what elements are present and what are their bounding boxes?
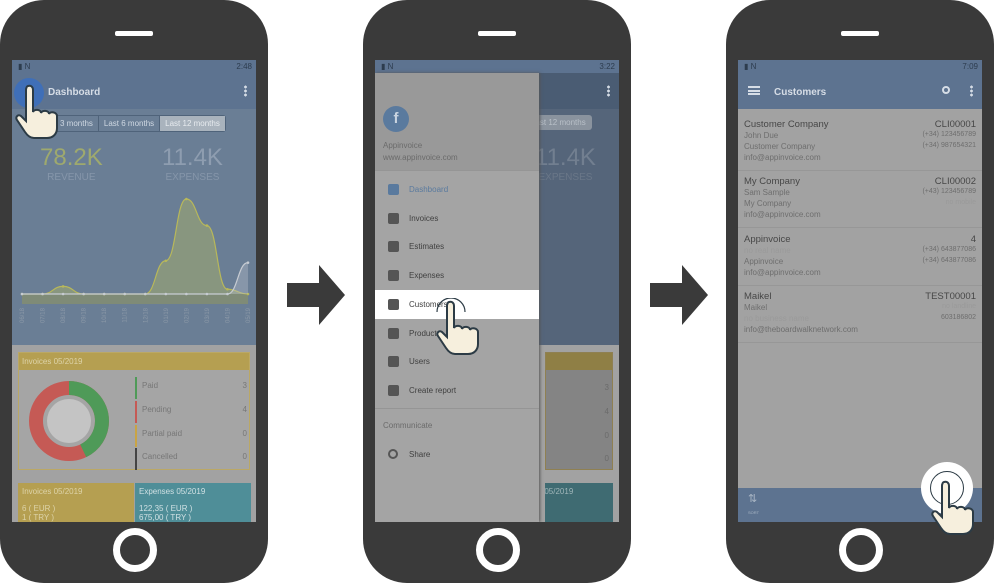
status-bar: ▮ N 3:22 (375, 60, 619, 73)
page-title: Customers (774, 87, 827, 98)
x-tick-label: 03/19 (205, 307, 211, 323)
invoice-donut-chart (29, 381, 109, 461)
menu-item-expenses[interactable]: Expenses (375, 261, 539, 290)
data-point (143, 292, 147, 296)
arrow-right-icon (287, 265, 345, 325)
home-button[interactable] (476, 528, 520, 572)
data-point (205, 224, 209, 227)
tap-hand-icon (436, 298, 479, 355)
phone-customers: ▮ N 7:09 Customers Customer Company CLI000… (726, 0, 994, 583)
tap-hand-icon (931, 480, 974, 535)
data-point (164, 292, 168, 296)
more-vert-icon[interactable] (244, 85, 247, 97)
data-point (82, 292, 85, 296)
status-bar: ▮ N 7:09 (738, 60, 982, 73)
speaker (478, 31, 516, 36)
drawer-header: f Appinvoice www.appinvoice.com (375, 73, 539, 171)
chart-baseline-band (22, 294, 248, 304)
app-logo: f (383, 106, 409, 132)
app-bar: Customers (738, 73, 982, 109)
expenses-card-background: Expenses 05/2019 (545, 483, 613, 522)
menu-item-share[interactable]: Share (375, 440, 539, 469)
x-tick-label: 04/19 (225, 307, 231, 323)
hamburger-icon[interactable] (748, 86, 760, 95)
section-label: Communicate (383, 421, 433, 430)
customer-list-item[interactable]: Maikel TEST00001 Maikel no business name i… (738, 286, 982, 343)
more-vert-icon[interactable] (607, 85, 610, 97)
menu-item-create-report[interactable]: Create report (375, 376, 539, 405)
people-icon (388, 298, 399, 310)
invoices-total-card[interactable]: Invoices 05/2019 6 ( EUR ) 1 ( TRY ) (18, 483, 134, 522)
x-tick-label: 08/18 (61, 307, 67, 323)
data-point (246, 261, 250, 264)
x-tick-label: 05/19 (246, 307, 252, 323)
data-point (185, 197, 188, 201)
data-point (102, 292, 106, 296)
expenses-total-card[interactable]: Expenses 05/2019 122,35 ( EUR ) 675,00 ( T… (135, 483, 251, 522)
data-point (185, 292, 188, 296)
legend-partial: Partial paid 0 (135, 425, 247, 447)
x-tick-label: 01/19 (164, 307, 170, 323)
tap-hand-icon (15, 84, 58, 139)
x-tick-label: 12/18 (143, 307, 149, 323)
arrow-right-icon (650, 265, 708, 325)
search-icon[interactable] (942, 86, 950, 94)
x-tick-label: 06/18 (20, 307, 26, 323)
menu-item-estimates[interactable]: Estimates (375, 232, 539, 261)
invoices-card-background: 3 4 0 0 (545, 352, 613, 470)
dashboard-summary: 3 months Last 6 months Last 12 months 78… (12, 109, 256, 345)
share-icon (388, 449, 398, 459)
speaker (115, 31, 153, 36)
customer-list-item[interactable]: My Company CLI00002 Sam Sample My Company … (738, 171, 982, 229)
status-bar: ▮ N 2:48 (12, 60, 256, 73)
data-point (20, 292, 24, 296)
donut-center (47, 399, 91, 443)
x-tick-label: 11/18 (123, 307, 129, 322)
customers-screen: ▮ N 7:09 Customers Customer Company CLI000… (738, 60, 982, 522)
speaker (841, 31, 879, 36)
data-point (226, 287, 229, 291)
menu-item-invoices[interactable]: Invoices (375, 204, 539, 233)
x-tick-label: 09/18 (82, 307, 88, 323)
x-tick-label: 10/18 (102, 307, 108, 323)
x-tick-label: 07/18 (41, 307, 47, 323)
home-button[interactable] (113, 528, 157, 572)
user-icon (388, 356, 399, 368)
legend-cancelled: Cancelled 0 (135, 448, 247, 470)
products-icon (388, 327, 399, 339)
report-icon (388, 384, 399, 396)
estimate-icon (388, 241, 399, 253)
data-point (123, 292, 127, 296)
data-point (226, 292, 229, 296)
home-button[interactable] (839, 528, 883, 572)
card-title: Invoices 05/2019 (19, 353, 249, 370)
revenue-expenses-chart: 06/18 07/18 08/18 09/18 10/18 11/18 12/18 01/19… (20, 197, 252, 323)
legend-paid: Paid 3 (135, 377, 247, 399)
coins-icon (388, 270, 399, 282)
phone-dashboard: ▮ N 2:48 Dashboard 3 months Last 6 months… (0, 0, 268, 583)
more-vert-icon[interactable] (970, 85, 973, 97)
menu-item-dashboard[interactable]: Dashboard (375, 175, 539, 204)
data-point (61, 285, 65, 288)
sort-icon[interactable]: ⇅ (748, 494, 757, 505)
data-point (61, 292, 65, 296)
customer-list-item[interactable]: Customer Company CLI00001 John Due Custome… (738, 114, 982, 171)
data-point (205, 292, 209, 296)
phone-menu: ▮ N 3:22 Last 12 months 11.4K EXPENSES 3 4… (363, 0, 631, 583)
data-point (41, 292, 44, 296)
x-tick-label: 02/19 (184, 307, 190, 323)
dashboard-icon (388, 184, 399, 195)
expenses-kpi: 11.4K EXPENSES (535, 144, 596, 183)
legend-pending: Pending 4 (135, 401, 247, 423)
menu-screen: ▮ N 3:22 Last 12 months 11.4K EXPENSES 3 4… (375, 60, 619, 522)
invoice-icon (388, 212, 399, 224)
invoices-status-card: Invoices 05/2019 Paid 3 Pending 4 Partial … (18, 352, 250, 470)
data-point (164, 259, 168, 263)
customer-list-item[interactable]: Appinvoice 4 no real name Appinvoice info@… (738, 229, 982, 286)
series-area-0 (22, 199, 248, 294)
